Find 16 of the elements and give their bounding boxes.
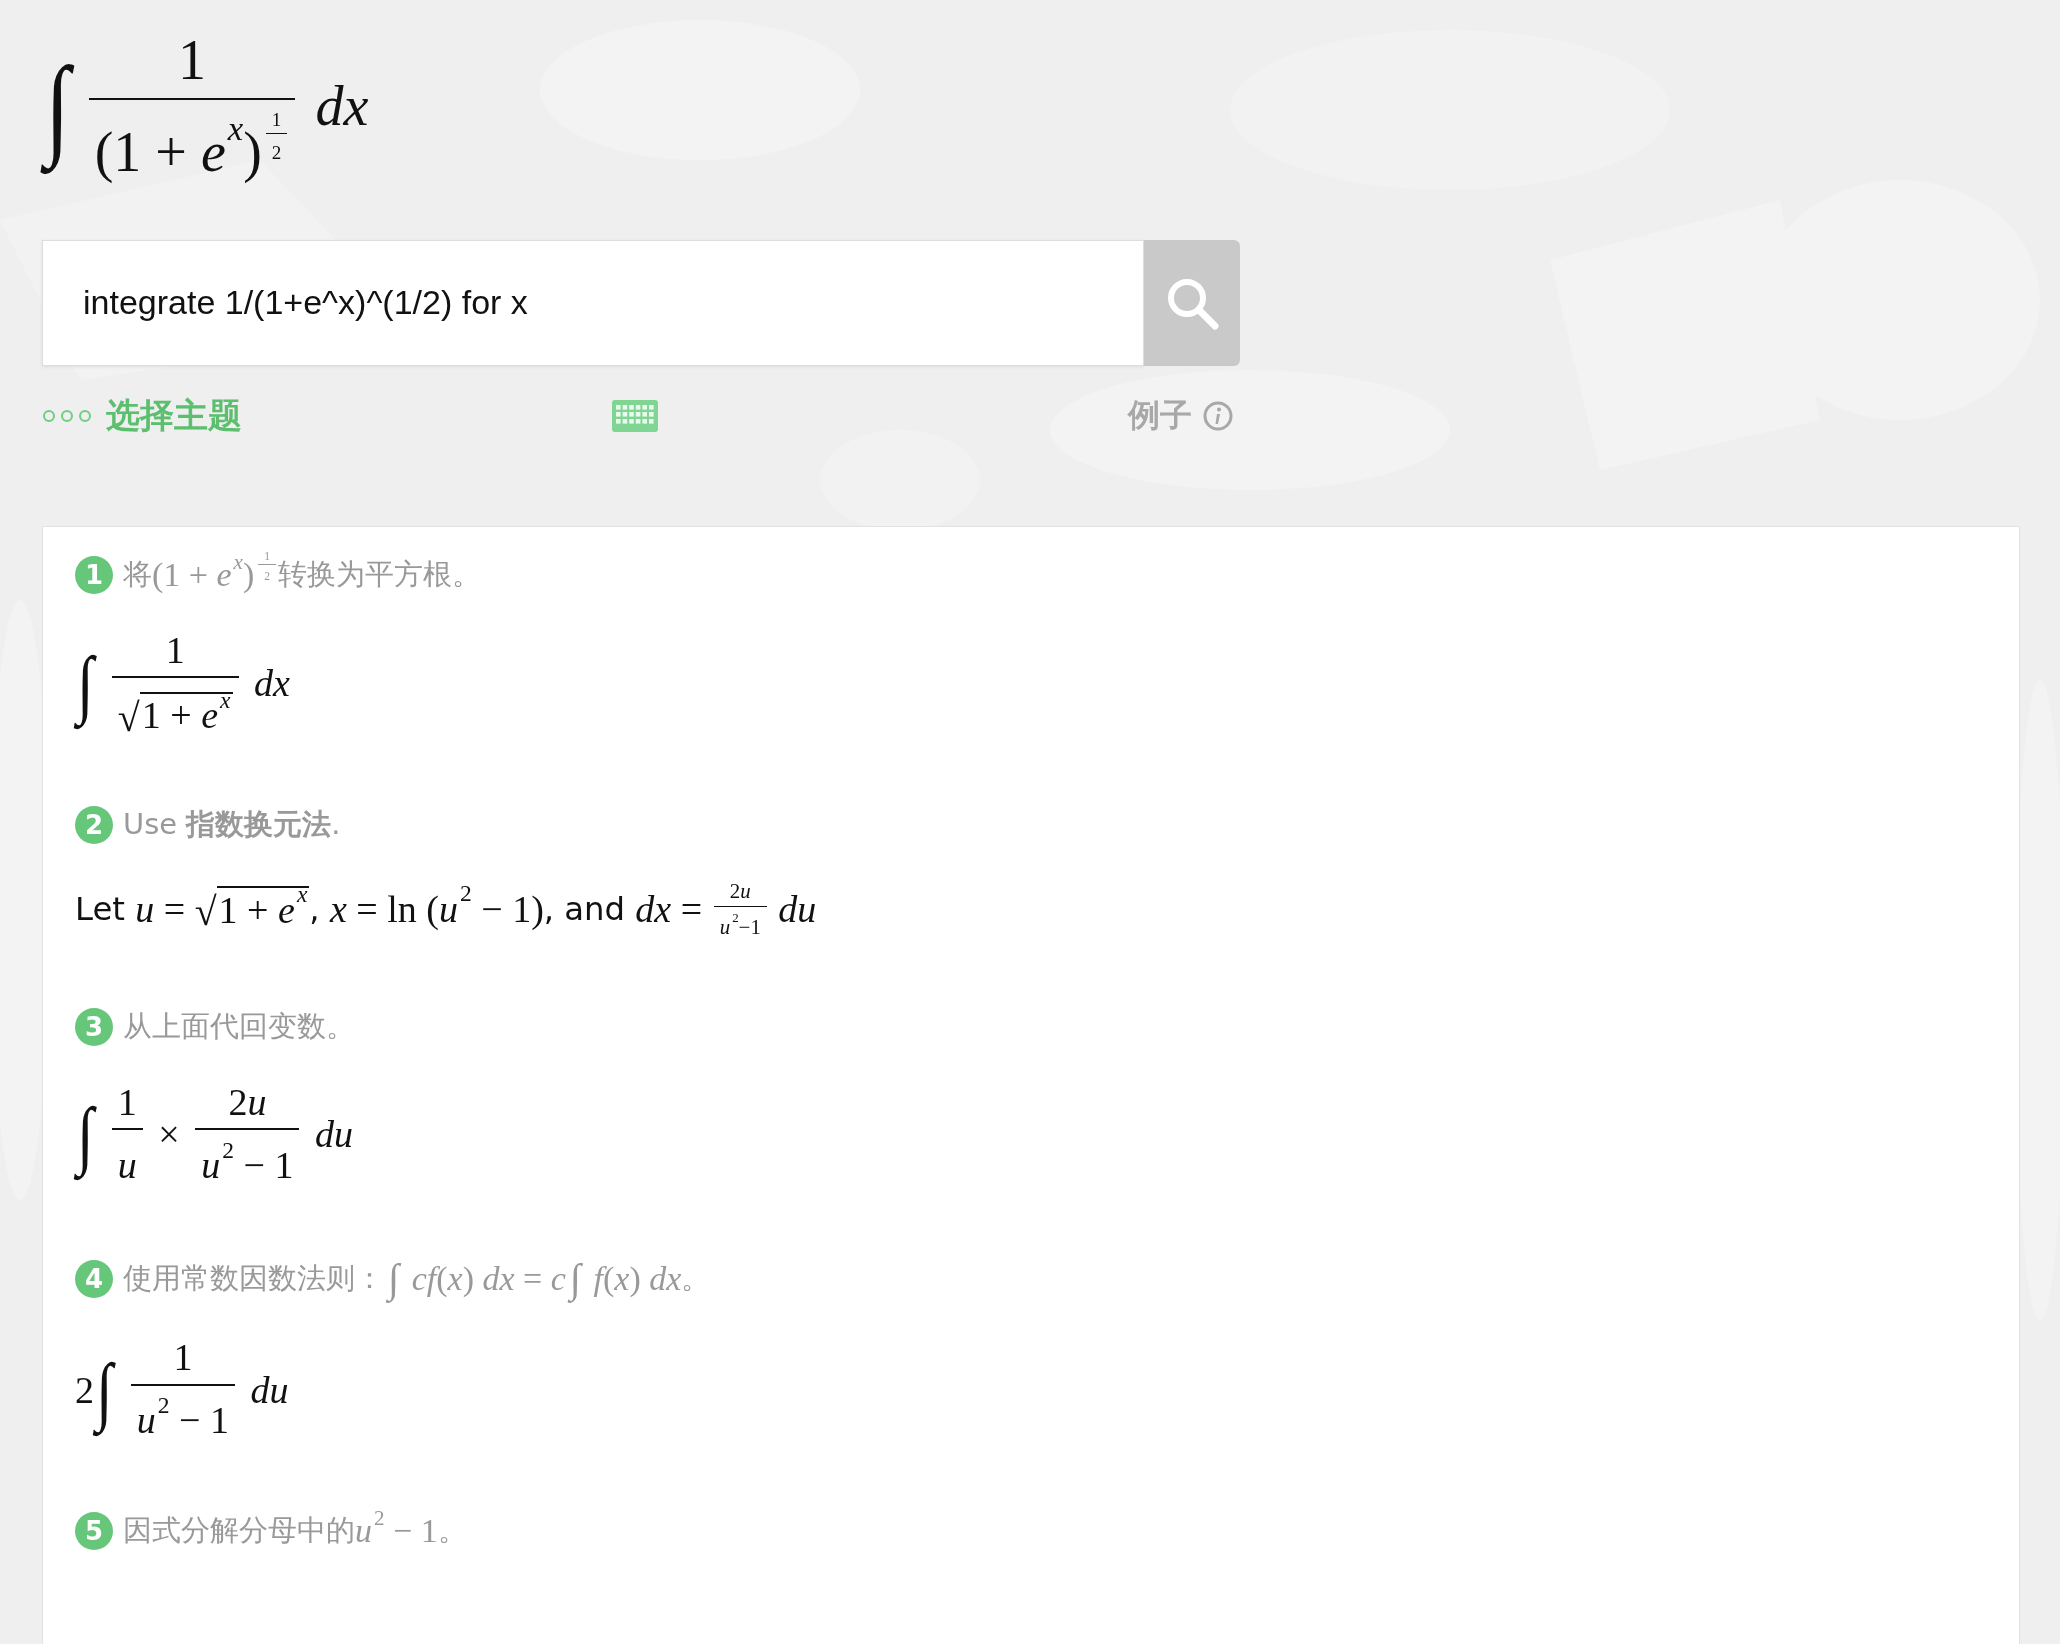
search-field[interactable]: integrate 1/(1+e^x)^(1/2) for x [42,239,1144,366]
step-text: Use 指数换元法. [123,806,341,844]
info-icon [1202,399,1234,432]
step-text: 使用常数因数法则：∫ cf(x) dx = c∫ f(x) dx。 [123,1255,711,1303]
topic-link[interactable]: 选择主题 [42,392,242,439]
step-number: 3 [75,1007,113,1046]
step-number: 1 [75,555,113,594]
keyboard-icon [612,399,658,432]
examples-link[interactable]: 例子 [1128,393,1234,438]
step-number: 5 [75,1511,113,1550]
dots-icon [42,408,92,423]
step-number: 4 [75,1259,113,1298]
keyboard-button[interactable] [612,399,658,432]
search-button[interactable] [1144,239,1240,366]
step-number: 2 [75,806,113,845]
step-text: 从上面代回变数。 [123,1007,355,1045]
